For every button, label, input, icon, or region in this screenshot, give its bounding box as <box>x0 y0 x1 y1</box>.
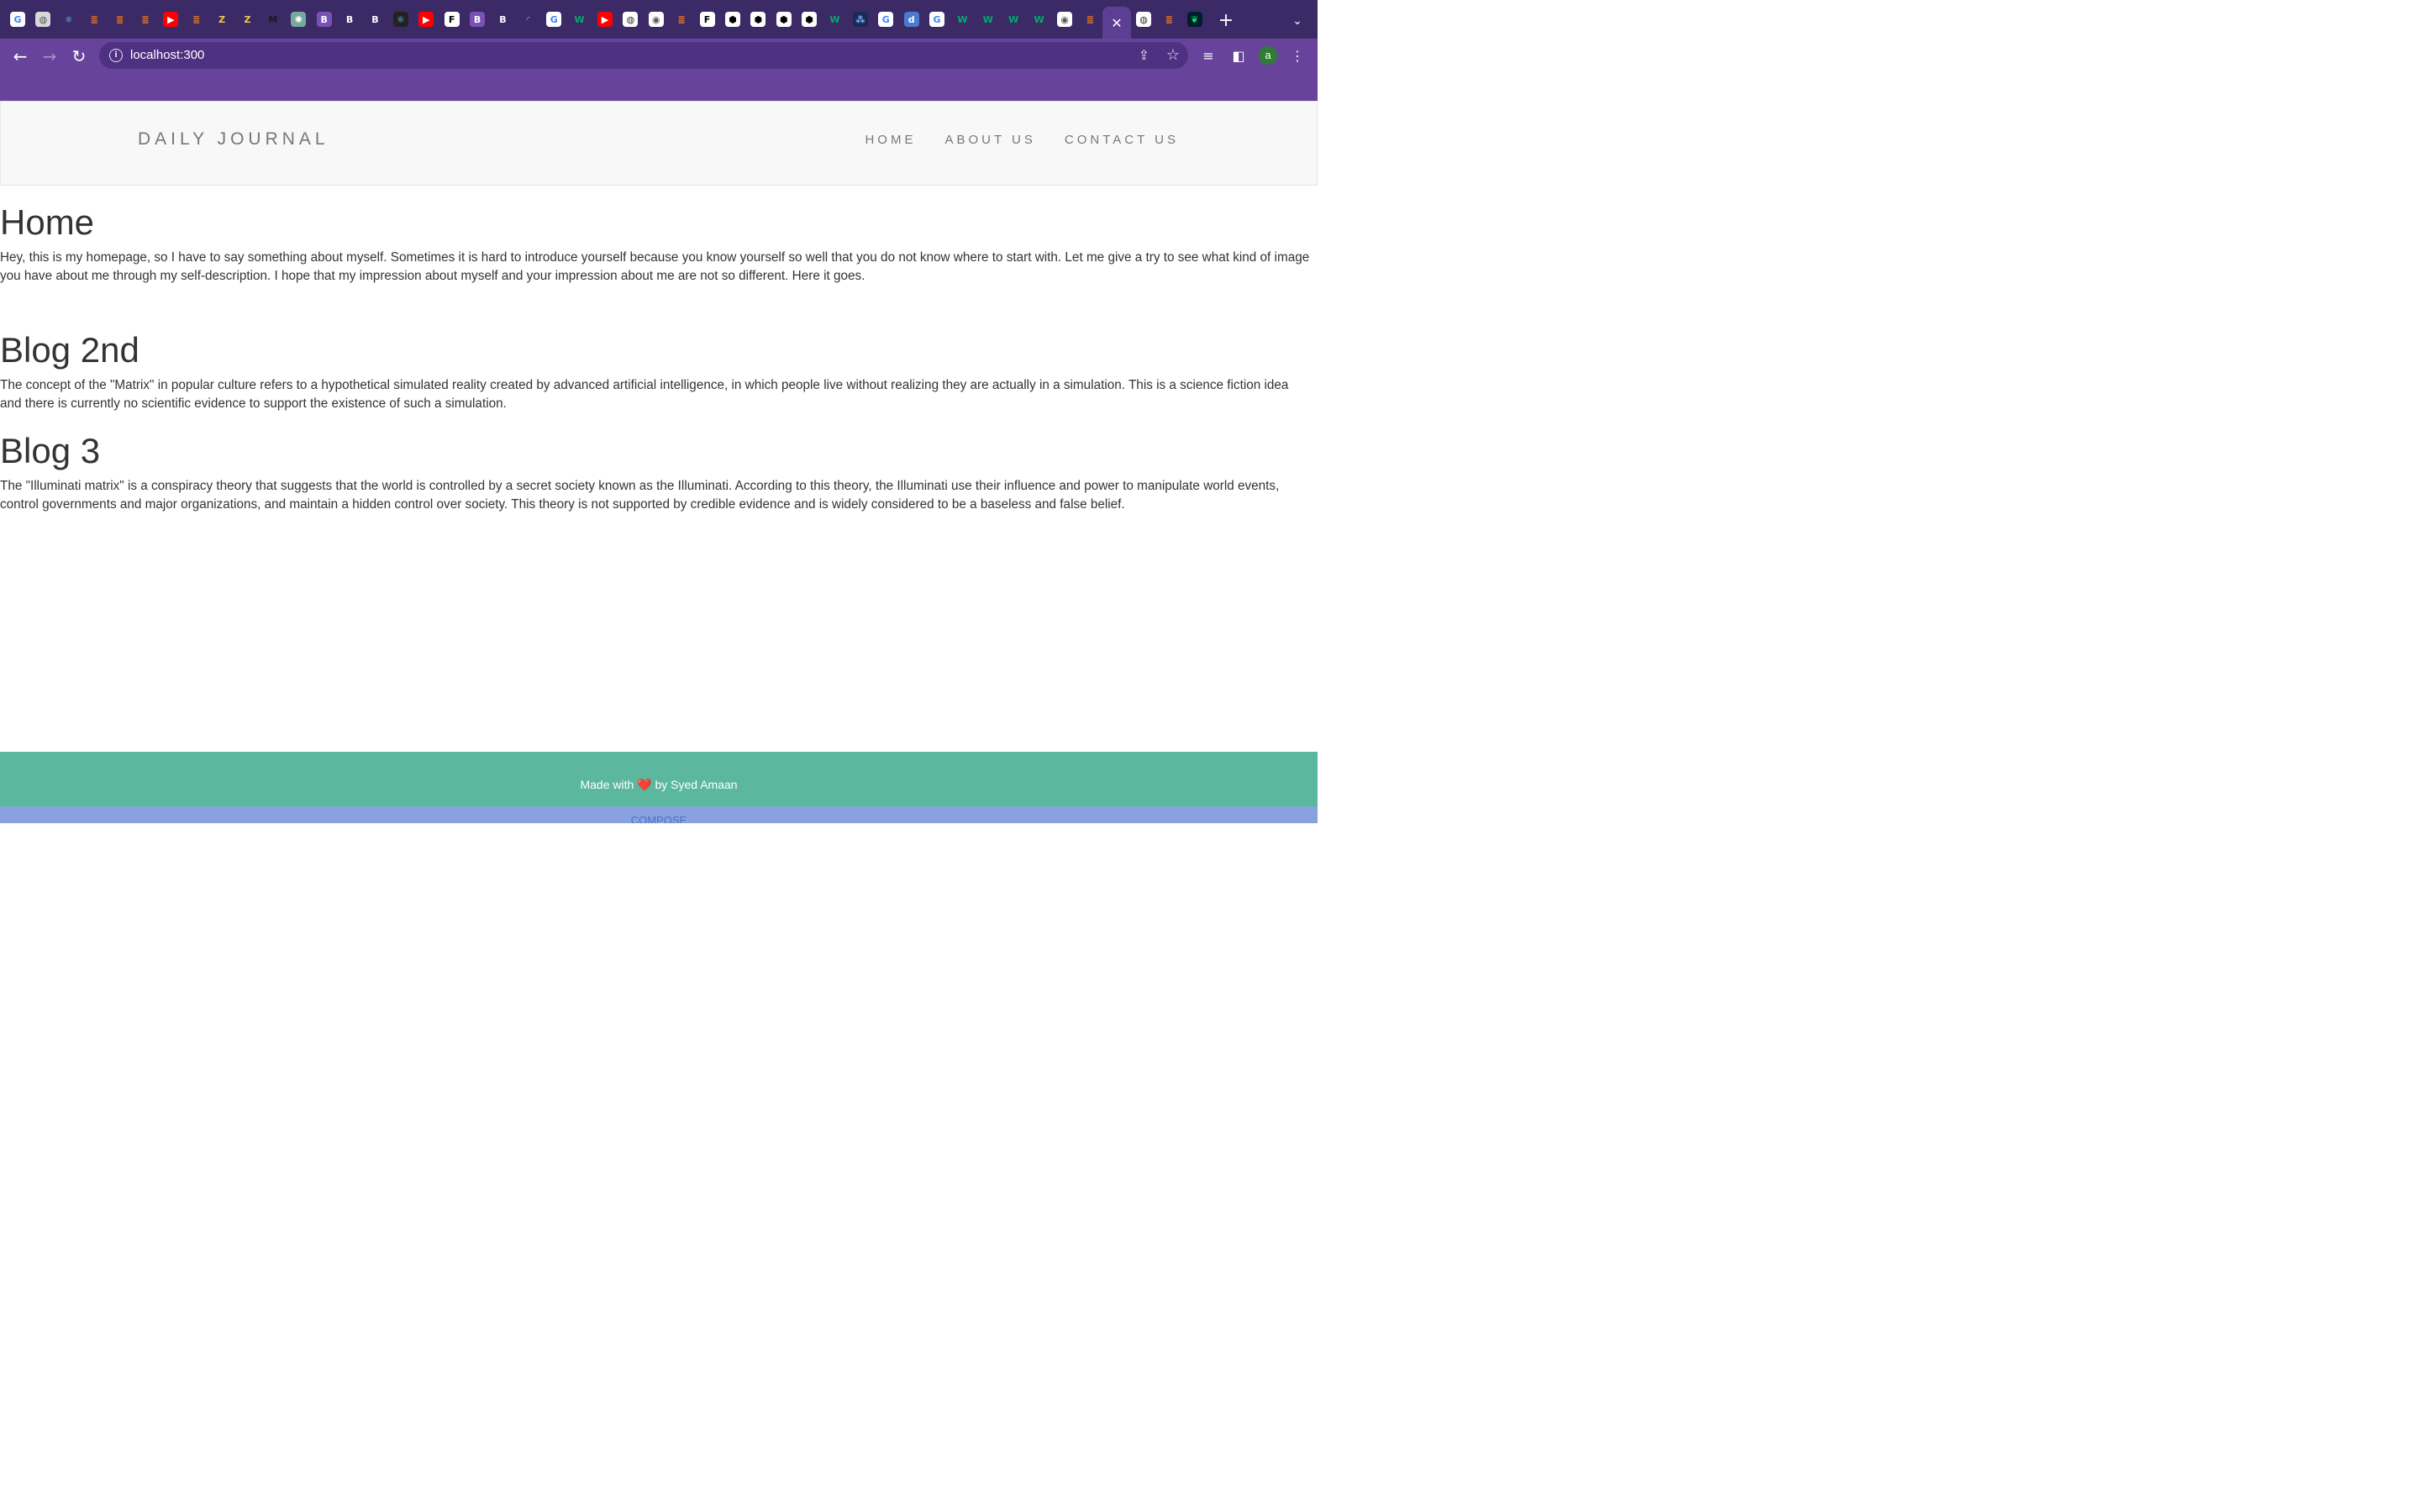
address-bar[interactable]: i localhost:300 ⇪ ☆ <box>99 42 1188 69</box>
w3schools-icon[interactable]: W <box>980 12 996 27</box>
bootstrap-icon[interactable]: B <box>342 12 358 27</box>
url-text[interactable]: localhost:300 <box>130 48 204 62</box>
forward-icon[interactable]: → <box>39 46 60 66</box>
compose-link[interactable]: COMPOSE <box>631 814 687 823</box>
stackoverflow-icon[interactable]: ≣ <box>1082 12 1098 27</box>
share-icon[interactable]: ⇪ <box>1139 47 1150 63</box>
tab-list-after-active: ◍ ≣ ❦ <box>1136 12 1213 34</box>
site-navbar: DAILY JOURNAL HOME ABOUT US CONTACT US <box>0 101 1318 186</box>
compose-bar: COMPOSE <box>0 806 1318 823</box>
react-icon[interactable]: ⚛ <box>60 12 76 27</box>
stackoverflow-icon[interactable]: ≣ <box>137 12 153 27</box>
post-home: Home Hey, this is my homepage, so I have… <box>0 202 1313 286</box>
w3schools-icon[interactable]: W <box>1031 12 1047 27</box>
site-brand[interactable]: DAILY JOURNAL <box>138 129 329 150</box>
stackoverflow-icon[interactable]: ≣ <box>674 12 690 27</box>
new-tab-button[interactable]: + <box>1217 12 1235 30</box>
loading-icon[interactable]: ◜ <box>520 12 536 27</box>
side-panel-icon[interactable]: ◧ <box>1228 46 1249 66</box>
bootstrap-icon[interactable]: B <box>470 12 486 27</box>
youtube-icon[interactable]: ▶ <box>418 12 434 27</box>
codepen-icon[interactable]: ⬢ <box>802 12 818 27</box>
stackoverflow-icon[interactable]: ≣ <box>188 12 204 27</box>
globe-icon[interactable]: ◍ <box>623 12 639 27</box>
stackoverflow-icon[interactable]: ≣ <box>87 12 103 27</box>
browser-tab-strip: G ◍ ⚛ ≣ ≣ ≣ ▶ ≣ Z Z M ✺ B B B ⚛ ▶ F B B ◜ G W ▶ ◍ ◉ ≣ F ⬢ ⬢ ⬢ ⬢ W ⁂ Gd G W W W… <box>0 0 1318 39</box>
youtube-icon[interactable]: ▶ <box>597 12 613 27</box>
nav-links: HOME ABOUT US CONTACT US <box>836 133 1179 147</box>
chatgpt-icon[interactable]: ✺ <box>291 12 307 27</box>
zb-icon[interactable]: Z <box>239 12 255 27</box>
framer-icon[interactable]: F <box>699 12 715 27</box>
codepen-icon[interactable]: ⬢ <box>724 12 740 27</box>
site-info-icon[interactable]: i <box>109 49 123 62</box>
framer-icon[interactable]: F <box>444 12 460 27</box>
post-blog-3: Blog 3 The "Illuminati matrix" is a cons… <box>0 430 1313 514</box>
w3schools-icon[interactable]: W <box>955 12 971 27</box>
footer-prefix: Made with <box>580 778 634 791</box>
post-body: The concept of the "Matrix" in popular c… <box>0 378 1289 411</box>
chrome-icon[interactable]: ◉ <box>648 12 664 27</box>
google-icon[interactable]: G <box>929 12 945 27</box>
stackoverflow-icon[interactable]: ≣ <box>112 12 128 27</box>
bootstrap-icon[interactable]: B <box>495 12 511 27</box>
w3schools-icon[interactable]: W <box>1006 12 1022 27</box>
media-controls-icon[interactable]: ≡ <box>1198 46 1218 66</box>
d-icon[interactable]: d <box>903 12 919 27</box>
site-footer: Made with ❤️ by Syed Amaan <box>0 752 1318 806</box>
post-title: Home <box>0 202 95 242</box>
codepen-icon[interactable]: ⬢ <box>750 12 766 27</box>
reload-icon[interactable]: ↻ <box>69 46 89 66</box>
google-icon[interactable]: G <box>878 12 894 27</box>
post-title: Blog 2nd <box>0 330 139 370</box>
globe-icon[interactable]: ◍ <box>35 12 51 27</box>
nav-home-link[interactable]: HOME <box>865 133 916 147</box>
active-tab[interactable]: ✕ <box>1102 7 1131 39</box>
youtube-icon[interactable]: ▶ <box>163 12 179 27</box>
google-icon[interactable]: G <box>546 12 562 27</box>
google-icon[interactable]: G <box>10 12 25 27</box>
codepen-icon[interactable]: ⬢ <box>776 12 792 27</box>
profile-avatar[interactable]: a <box>1259 46 1277 65</box>
nav-about-link[interactable]: ABOUT US <box>944 133 1035 147</box>
footer-author: by Syed Amaan <box>655 778 738 791</box>
mongodb-icon[interactable]: ❦ <box>1186 12 1202 27</box>
tab-search-icon[interactable]: ⌄ <box>1289 12 1306 30</box>
nav-contact-link[interactable]: CONTACT US <box>1065 133 1179 147</box>
bootstrap-icon[interactable]: B <box>367 12 383 27</box>
close-tab-icon[interactable]: ✕ <box>1111 15 1122 31</box>
globe-icon[interactable]: ◍ <box>1136 12 1151 27</box>
app-icon[interactable]: ⁂ <box>852 12 868 27</box>
tab-list: G ◍ ⚛ ≣ ≣ ≣ ▶ ≣ Z Z M ✺ B B B ⚛ ▶ F B B ◜ G W ▶ ◍ ◉ ≣ F ⬢ ⬢ ⬢ ⬢ W ⁂ Gd G W W W… <box>10 12 1108 34</box>
post-body: The "Illuminati matrix" is a conspiracy … <box>0 479 1280 512</box>
post-blog-2nd: Blog 2nd The concept of the "Matrix" in … <box>0 329 1313 413</box>
w3schools-icon[interactable]: W <box>827 12 843 27</box>
post-body: Hey, this is my homepage, so I have to s… <box>0 250 1310 283</box>
heart-icon: ❤️ <box>637 778 652 791</box>
stackoverflow-icon[interactable]: ≣ <box>1161 12 1177 27</box>
post-title: Blog 3 <box>0 431 101 470</box>
zb-icon[interactable]: Z <box>214 12 230 27</box>
chrome-icon[interactable]: ◉ <box>1057 12 1073 27</box>
w3schools-icon[interactable]: W <box>571 12 587 27</box>
bookmark-star-icon[interactable]: ☆ <box>1166 46 1180 64</box>
medium-icon[interactable]: M <box>265 12 281 27</box>
browser-menu-icon[interactable]: ⋮ <box>1287 46 1307 66</box>
back-icon[interactable]: ← <box>10 46 30 66</box>
browser-toolbar: ← → ↻ i localhost:300 ⇪ ☆ ≡ ◧ a ⋮ <box>0 39 1318 101</box>
bootstrap-icon[interactable]: B <box>316 12 332 27</box>
react-icon[interactable]: ⚛ <box>392 12 408 27</box>
